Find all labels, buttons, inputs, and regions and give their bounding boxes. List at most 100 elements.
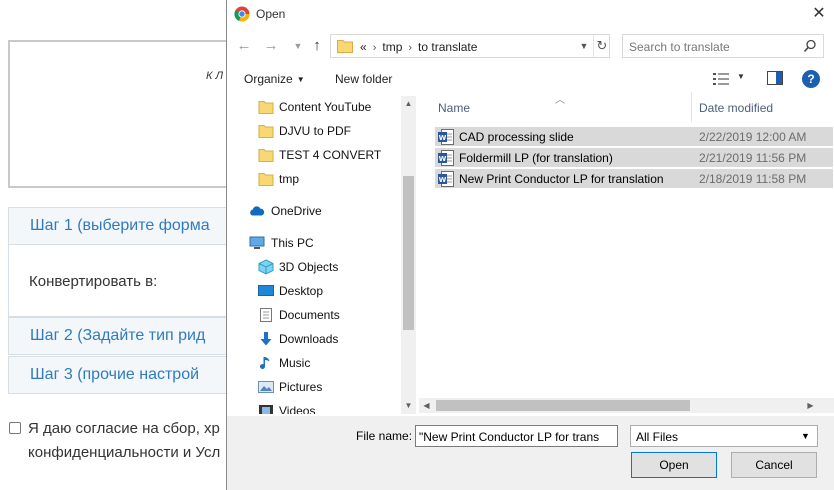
pictures-icon — [258, 381, 274, 393]
breadcrumb-to-translate[interactable]: to translate — [418, 40, 477, 54]
download-icon — [260, 332, 272, 346]
open-button[interactable]: Open — [631, 452, 717, 478]
folder-icon — [258, 101, 274, 114]
file-row-new-print-conductor-lp[interactable]: W New Print Conductor LP for translation… — [435, 168, 833, 188]
back-arrow-icon[interactable]: ← — [234, 36, 254, 56]
file-date: 2/21/2019 11:56 PM — [699, 151, 807, 165]
nav-item-pictures[interactable]: Pictures — [227, 376, 399, 398]
nav-item-downloads[interactable]: Downloads — [227, 328, 399, 350]
nav-item-this-pc[interactable]: This PC — [227, 232, 399, 254]
refresh-icon[interactable]: ↻ — [593, 35, 610, 57]
search-icon — [803, 39, 816, 53]
file-name-field[interactable]: "New Print Conductor LP for trans — [415, 425, 618, 447]
view-options-chevron-down-icon[interactable]: ▼ — [737, 72, 745, 81]
command-toolbar: Organize ▼ New folder ▼ ? — [227, 66, 834, 92]
organize-chevron-down-icon: ▼ — [296, 75, 305, 84]
recent-locations-chevron-icon[interactable]: ▼ — [288, 36, 308, 56]
word-document-icon: W — [438, 171, 454, 187]
convert-label: Конвертировать в: — [29, 273, 158, 290]
desktop-icon — [258, 285, 274, 296]
music-icon — [260, 357, 270, 369]
videos-icon — [259, 405, 273, 414]
documents-icon — [260, 308, 272, 322]
drop-area-text: К Л — [206, 70, 224, 82]
scrollbar-thumb[interactable] — [436, 400, 690, 411]
navigation-pane: Content YouTube DJVU to PDF TEST 4 CONVE… — [227, 96, 415, 414]
file-name-label: File name: — [356, 429, 413, 443]
nav-item-label: DJVU to PDF — [279, 124, 352, 138]
file-type-select[interactable]: All Files ▼ — [630, 425, 818, 447]
nav-item-label: This PC — [271, 236, 314, 250]
file-name: CAD processing slide — [459, 130, 574, 144]
background-page: К Л Шаг 1 (выберите форма Конвертировать… — [0, 0, 226, 490]
file-list-horizontal-scrollbar[interactable]: ◀ ▶ — [419, 398, 834, 413]
up-arrow-icon[interactable]: ↑ — [307, 36, 327, 56]
column-divider[interactable] — [691, 92, 692, 122]
nav-item-label: Videos — [279, 404, 316, 414]
scroll-right-arrow-icon[interactable]: ▶ — [803, 398, 818, 413]
file-drop-area[interactable] — [8, 40, 226, 188]
nav-item-onedrive[interactable]: OneDrive — [227, 200, 399, 222]
nav-item-label: OneDrive — [271, 204, 322, 218]
step3-header[interactable]: Шаг 3 (прочие настрой — [8, 356, 226, 394]
chrome-icon — [234, 6, 250, 22]
cloud-icon — [250, 206, 265, 216]
nav-item-test-4-convert[interactable]: TEST 4 CONVERT — [227, 144, 399, 166]
cube-icon — [258, 259, 274, 275]
file-name: Foldermill LP (for translation) — [459, 151, 613, 165]
folder-icon — [258, 149, 274, 162]
nav-item-tmp[interactable]: tmp — [227, 168, 399, 190]
sort-ascending-icon: ︿ — [555, 95, 565, 106]
help-icon[interactable]: ? — [802, 70, 820, 88]
nav-item-label: 3D Objects — [279, 260, 339, 274]
nav-item-videos[interactable]: Videos — [227, 400, 399, 414]
nav-item-documents[interactable]: Documents — [227, 304, 399, 326]
preview-pane-icon[interactable] — [767, 71, 783, 85]
search-box[interactable]: Search to translate — [622, 34, 824, 58]
organize-button[interactable]: Organize ▼ — [244, 72, 305, 86]
nav-item-label: Music — [279, 356, 311, 370]
forward-arrow-icon[interactable]: → — [261, 36, 281, 56]
svg-text:W: W — [439, 176, 447, 184]
address-overflow-prefix[interactable]: « — [360, 40, 367, 54]
dialog-titlebar: Open ✕ — [227, 0, 834, 28]
step2-header[interactable]: Шаг 2 (Задайте тип рид — [8, 317, 226, 355]
close-button[interactable]: ✕ — [809, 4, 829, 24]
file-list: ︿ Name Date modified W CAD processing sl… — [417, 92, 834, 414]
file-name: New Print Conductor LP for translation — [459, 172, 664, 186]
folder-icon — [337, 40, 353, 53]
breadcrumb-tmp[interactable]: tmp — [382, 40, 402, 54]
file-name-value: "New Print Conductor LP for trans — [419, 430, 600, 444]
cancel-button[interactable]: Cancel — [731, 452, 817, 478]
scroll-left-arrow-icon[interactable]: ◀ — [419, 398, 434, 413]
file-date: 2/22/2019 12:00 AM — [699, 130, 807, 144]
scroll-up-arrow-icon[interactable]: ▲ — [401, 96, 416, 111]
navigation-pane-scrollbar[interactable]: ▲ ▼ — [401, 96, 416, 414]
nav-item-djvu-to-pdf[interactable]: DJVU to PDF — [227, 120, 399, 142]
nav-item-music[interactable]: Music — [227, 352, 399, 374]
folder-icon — [258, 173, 274, 186]
nav-item-content-youtube[interactable]: Content YouTube — [227, 96, 399, 118]
new-folder-button[interactable]: New folder — [335, 72, 392, 86]
organize-label: Organize — [244, 72, 293, 86]
file-row-cad-processing-slide[interactable]: W CAD processing slide 2/22/2019 12:00 A… — [435, 126, 833, 146]
folder-icon — [258, 125, 274, 138]
address-bar[interactable]: « › tmp › to translate ▼ ↻ — [330, 34, 610, 58]
search-input[interactable]: Search to translate — [629, 40, 730, 54]
file-date: 2/18/2019 11:58 PM — [699, 172, 807, 186]
nav-item-label: Downloads — [279, 332, 339, 346]
consent-checkbox[interactable] — [9, 422, 21, 434]
nav-item-desktop[interactable]: Desktop — [227, 280, 399, 302]
computer-icon — [249, 236, 265, 249]
consent-text-line2: конфиденциальности и Усл — [28, 444, 221, 461]
nav-item-label: Content YouTube — [279, 100, 372, 114]
nav-item-label: tmp — [279, 172, 300, 186]
nav-item-3d-objects[interactable]: 3D Objects — [227, 256, 399, 278]
file-row-foldermill-lp[interactable]: W Foldermill LP (for translation) 2/21/2… — [435, 147, 833, 167]
change-view-icon[interactable] — [713, 72, 729, 86]
step1-header[interactable]: Шаг 1 (выберите форма — [8, 207, 226, 245]
scrollbar-thumb[interactable] — [403, 176, 414, 330]
address-dropdown-chevron-icon[interactable]: ▼ — [577, 35, 591, 57]
scroll-down-arrow-icon[interactable]: ▼ — [401, 398, 416, 413]
chevron-down-icon: ▼ — [801, 431, 810, 441]
